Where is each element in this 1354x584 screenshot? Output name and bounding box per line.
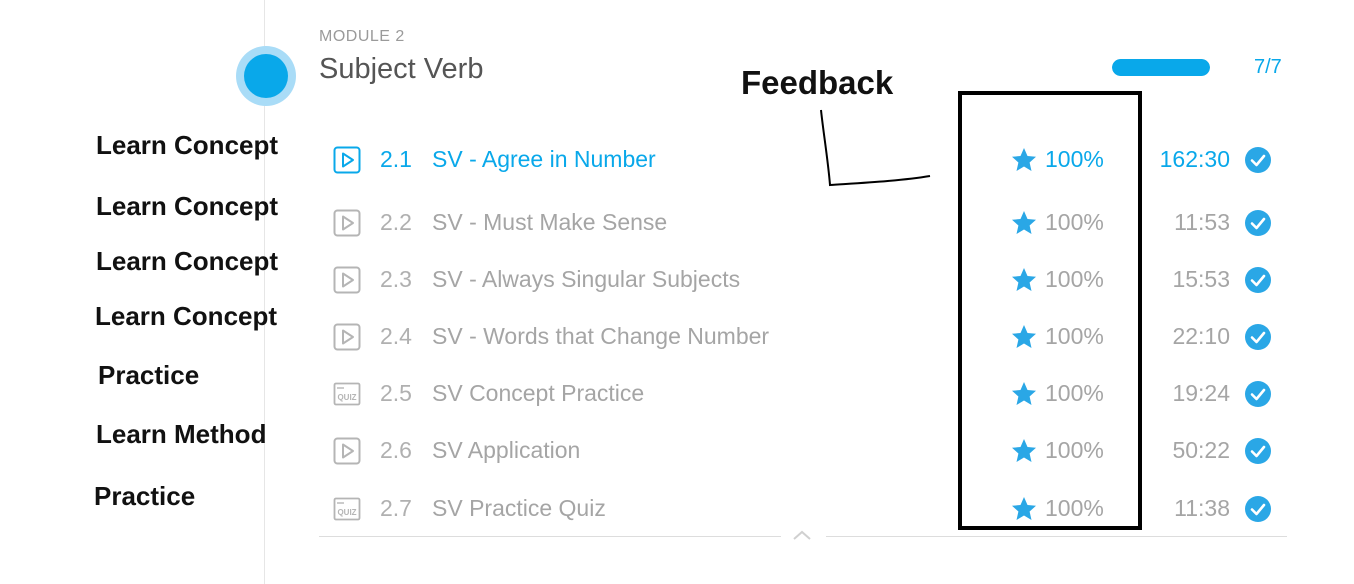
lesson-time: 11:53 xyxy=(1174,209,1230,235)
star-icon xyxy=(1010,209,1038,237)
lesson-type-label: Learn Concept xyxy=(96,246,279,276)
lesson-type-label: Learn Concept xyxy=(95,301,278,331)
lesson-row[interactable]: Learn Concept 2.1 SV - Agree in Number 1… xyxy=(0,130,1354,174)
svg-text:QUIZ: QUIZ xyxy=(337,393,356,402)
lesson-row[interactable]: Practice QUIZ 2.5 SV Concept Practice 10… xyxy=(0,360,1354,407)
lesson-title-link[interactable]: SV - Must Make Sense xyxy=(432,209,667,236)
lesson-time: 50:22 xyxy=(1172,437,1230,463)
lesson-type-label: Practice xyxy=(98,360,200,390)
lesson-type-label: Learn Concept xyxy=(96,191,279,221)
lesson-row[interactable]: Practice QUIZ 2.7 SV Practice Quiz 100% … xyxy=(0,481,1354,523)
lesson-time: 22:10 xyxy=(1172,323,1230,349)
video-play-icon[interactable] xyxy=(333,266,361,294)
list-bottom-divider xyxy=(319,536,781,537)
star-icon xyxy=(1010,495,1038,523)
check-circle-icon xyxy=(1244,380,1272,408)
svg-text:QUIZ: QUIZ xyxy=(337,508,356,517)
lesson-time: 11:38 xyxy=(1174,495,1230,521)
star-icon xyxy=(1010,146,1038,174)
lesson-score: 100% xyxy=(1045,380,1104,406)
check-circle-icon xyxy=(1244,266,1272,294)
check-circle-icon xyxy=(1244,437,1272,465)
check-circle-icon xyxy=(1244,495,1272,523)
video-play-icon[interactable] xyxy=(333,209,361,237)
lesson-row[interactable]: Learn Concept 2.4 SV - Words that Change… xyxy=(0,301,1354,351)
video-play-icon[interactable] xyxy=(333,146,361,174)
lesson-row[interactable]: Learn Concept 2.3 SV - Always Singular S… xyxy=(0,246,1354,294)
lesson-score: 100% xyxy=(1045,209,1104,235)
lesson-number: 2.4 xyxy=(380,323,412,349)
lesson-score: 100% xyxy=(1045,437,1104,463)
lesson-type-label: Learn Concept xyxy=(96,130,279,160)
video-play-icon[interactable] xyxy=(333,323,361,351)
lesson-score: 100% xyxy=(1045,146,1104,172)
lesson-score: 100% xyxy=(1045,266,1104,292)
check-circle-icon xyxy=(1244,209,1272,237)
list-bottom-divider xyxy=(826,536,1287,537)
lesson-type-label: Learn Method xyxy=(96,419,267,449)
lesson-title-link[interactable]: SV Concept Practice xyxy=(432,380,644,407)
lesson-number: 2.5 xyxy=(380,380,412,406)
lesson-title-link[interactable]: SV Application xyxy=(432,437,580,464)
lesson-title-link[interactable]: SV - Words that Change Number xyxy=(432,323,769,350)
lesson-row[interactable]: Learn Method 2.6 SV Application 100% 50:… xyxy=(0,419,1354,465)
lesson-number: 2.3 xyxy=(380,266,412,292)
star-icon xyxy=(1010,380,1038,408)
quiz-icon[interactable]: QUIZ xyxy=(333,495,361,523)
lesson-row[interactable]: Learn Concept 2.2 SV - Must Make Sense 1… xyxy=(0,191,1354,237)
star-icon xyxy=(1010,266,1038,294)
lesson-number: 2.1 xyxy=(380,146,412,172)
star-icon xyxy=(1010,323,1038,351)
lesson-score: 100% xyxy=(1045,495,1104,521)
video-play-icon[interactable] xyxy=(333,437,361,465)
lesson-number: 2.2 xyxy=(380,209,412,235)
lesson-time: 15:53 xyxy=(1172,266,1230,292)
check-circle-icon xyxy=(1244,323,1272,351)
lesson-type-label: Practice xyxy=(94,481,196,511)
quiz-icon[interactable]: QUIZ xyxy=(333,380,361,408)
chevron-up-icon[interactable] xyxy=(791,528,813,542)
lesson-title-link[interactable]: SV - Agree in Number xyxy=(432,146,656,173)
lesson-time: 162:30 xyxy=(1159,146,1230,172)
lesson-number: 2.6 xyxy=(380,437,412,463)
star-icon xyxy=(1010,437,1038,465)
lesson-title-link[interactable]: SV - Always Singular Subjects xyxy=(432,266,740,293)
lesson-score: 100% xyxy=(1045,323,1104,349)
lesson-number: 2.7 xyxy=(380,495,412,521)
lesson-title-link[interactable]: SV Practice Quiz xyxy=(432,495,606,522)
lesson-time: 19:24 xyxy=(1172,380,1230,406)
check-circle-icon xyxy=(1244,146,1272,174)
